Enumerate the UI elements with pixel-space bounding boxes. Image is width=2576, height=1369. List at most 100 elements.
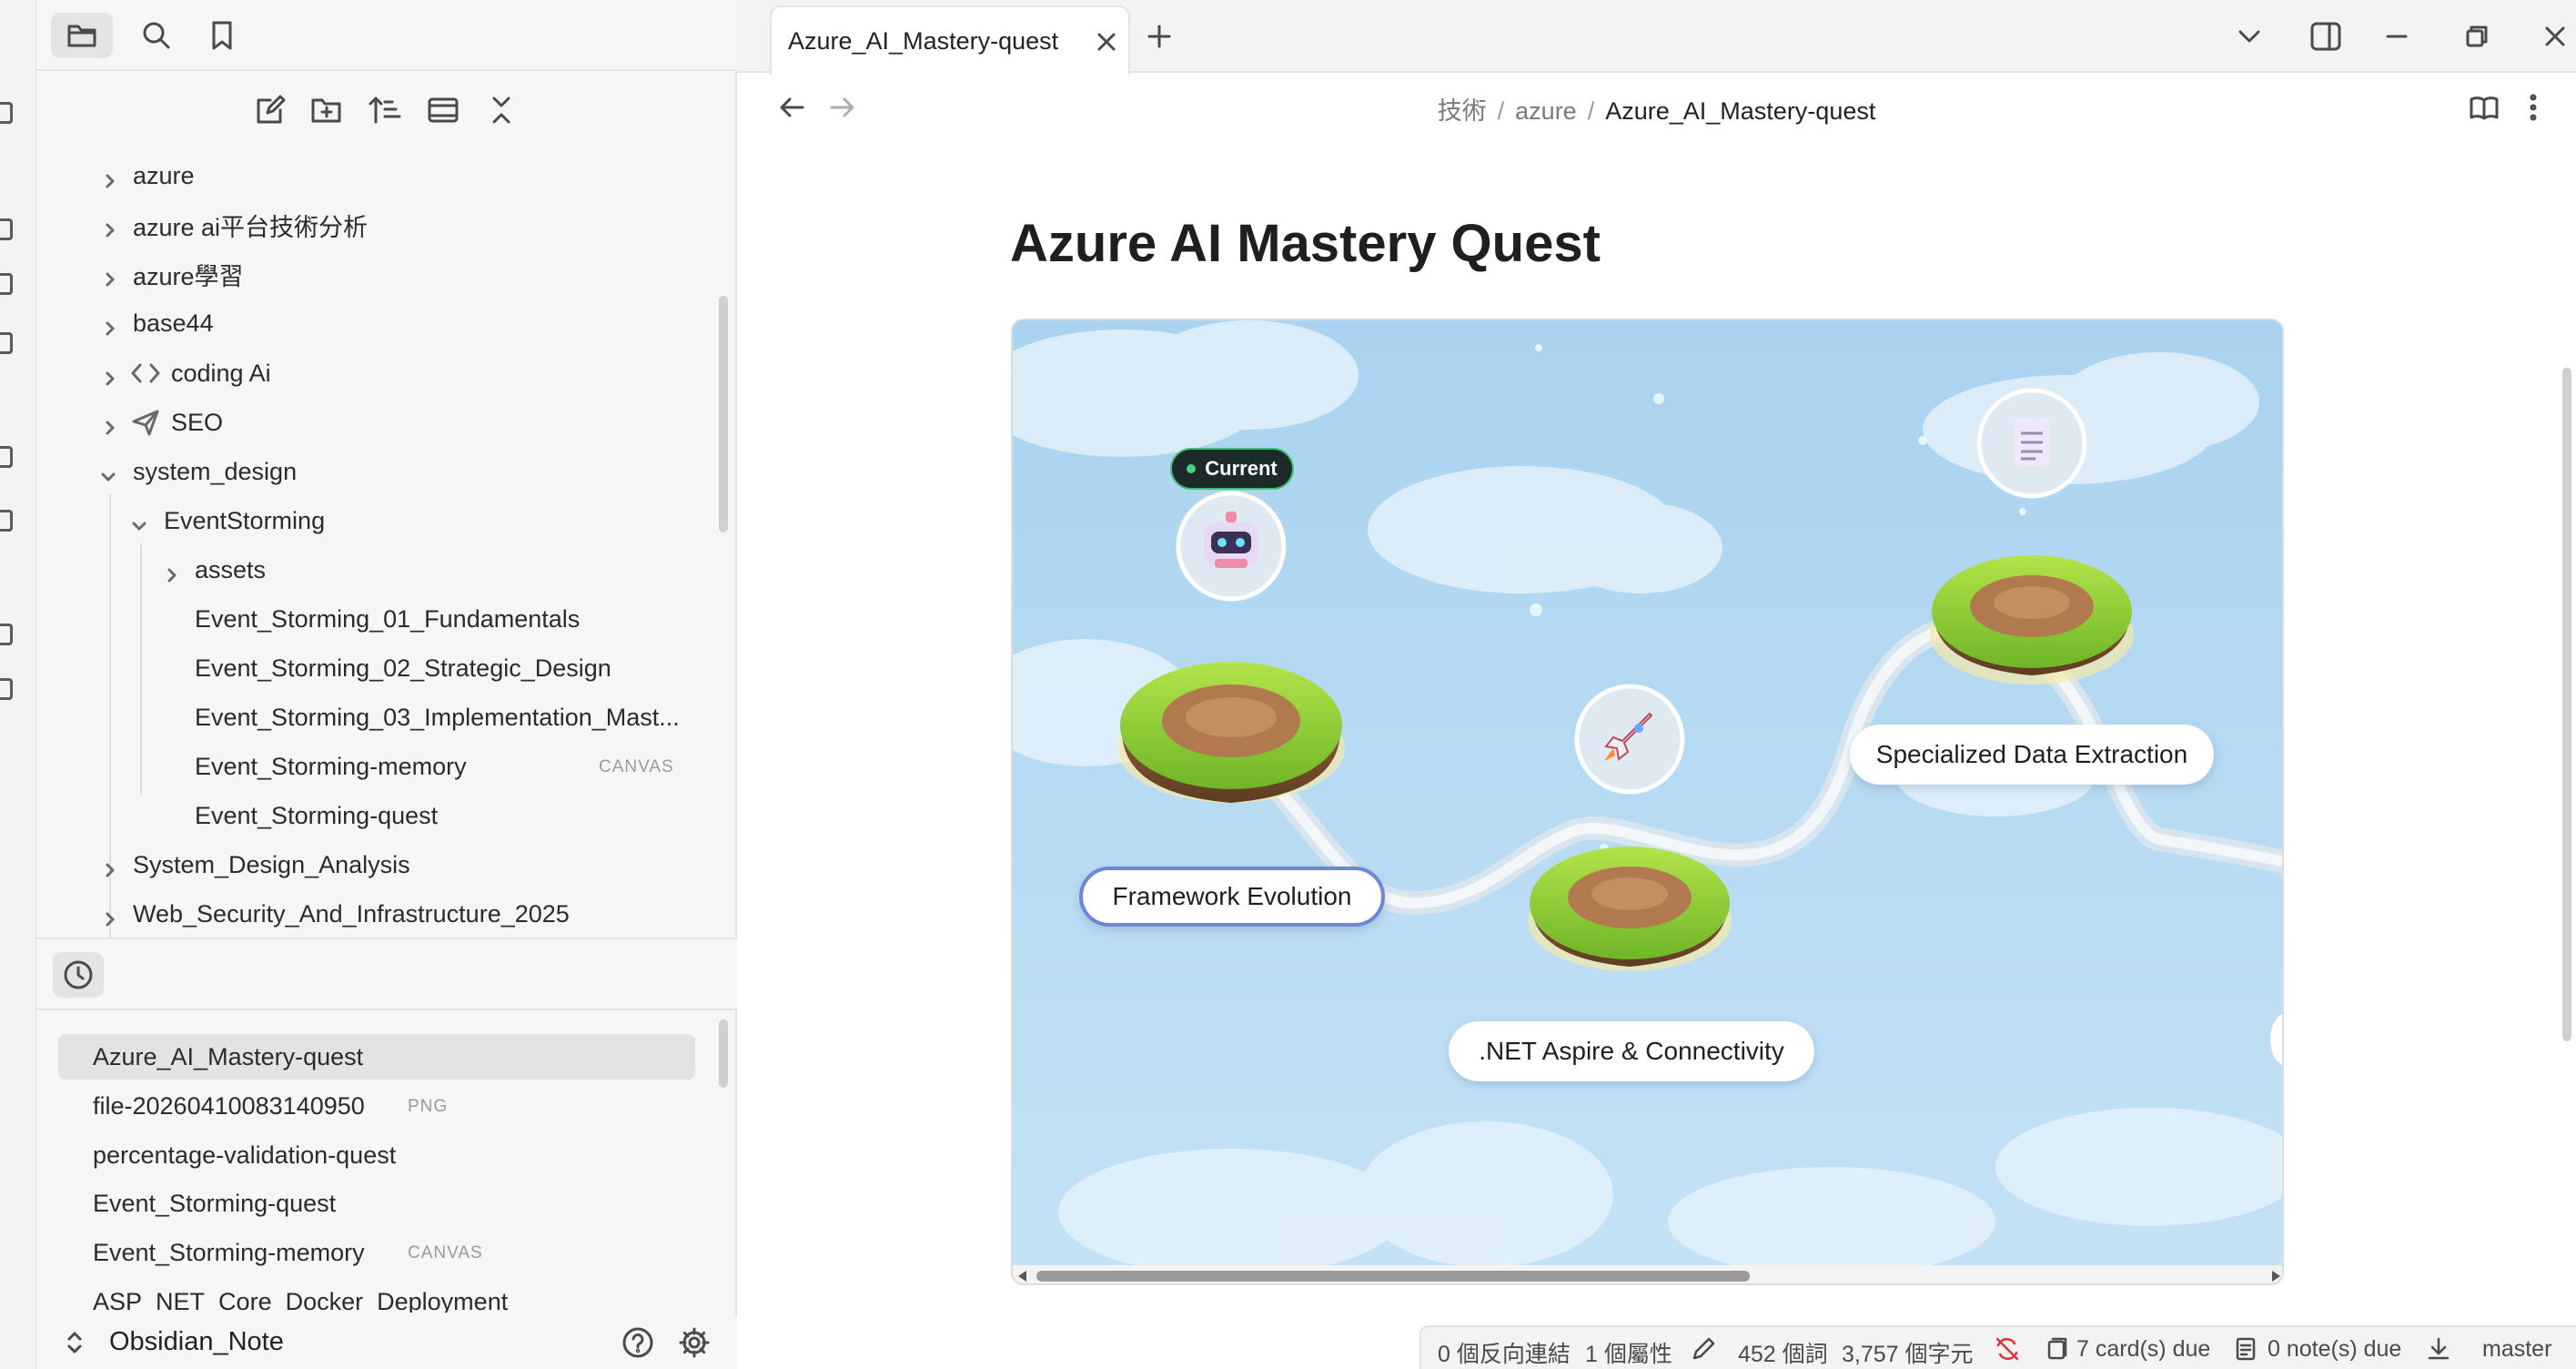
review-notes-icon[interactable] xyxy=(2233,1336,2258,1362)
files-icon[interactable] xyxy=(51,13,113,58)
reading-view-book-icon[interactable] xyxy=(2462,86,2506,129)
breadcrumb-current[interactable]: Azure_AI_Mastery-quest xyxy=(1605,97,1875,125)
settings-gear-icon[interactable] xyxy=(675,1323,713,1362)
chevron-down-icon xyxy=(100,463,116,482)
tab-azure-ai-mastery-quest[interactable]: Azure_AI_Mastery-quest xyxy=(770,5,1130,75)
tree-file[interactable]: Event_Storming_02_Strategic_Design xyxy=(36,644,728,693)
tree-folder-coding-ai[interactable]: coding Ai xyxy=(36,349,728,398)
ribbon-icon[interactable] xyxy=(0,273,13,295)
auto-reveal-icon[interactable] xyxy=(420,87,466,133)
document-icon xyxy=(1976,388,2087,499)
vault-name: Obsidian_Note xyxy=(109,1327,284,1356)
scrollbar-thumb[interactable] xyxy=(1036,1271,1750,1282)
recent-item[interactable]: file-20260410083140950 PNG xyxy=(58,1083,695,1129)
recent-scrollbar[interactable] xyxy=(719,1019,728,1088)
notes-due[interactable]: 0 note(s) due xyxy=(2268,1336,2401,1363)
tree-file[interactable]: Event_Storming-memory CANVAS xyxy=(36,742,728,791)
clock-icon[interactable] xyxy=(53,952,104,998)
current-stage-badge: Current xyxy=(1170,448,1294,490)
tree-folder-system-design[interactable]: system_design xyxy=(36,447,728,496)
island-stage-1 xyxy=(1117,662,1345,803)
ribbon-icon[interactable] xyxy=(0,446,13,468)
tree-folder-eventstorming[interactable]: EventStorming xyxy=(36,496,728,545)
close-icon[interactable] xyxy=(1092,27,1121,56)
pencil-icon xyxy=(1691,1336,1716,1362)
new-tab-plus-icon[interactable] xyxy=(1141,18,1177,55)
breadcrumb-item[interactable]: azure xyxy=(1515,97,1577,125)
ribbon-icon[interactable] xyxy=(0,624,13,645)
recent-item[interactable]: Event_Storming-quest xyxy=(58,1181,695,1226)
ribbon-icon[interactable] xyxy=(0,332,13,354)
tree-item-label: system_design xyxy=(133,457,298,485)
tree-folder-assets[interactable]: assets xyxy=(36,545,728,594)
scroll-right-arrow-icon[interactable] xyxy=(2272,1271,2280,1282)
recent-item[interactable]: ASP_NET_Core_Docker_Deployment xyxy=(58,1279,695,1313)
vault-switcher[interactable]: Obsidian_Note xyxy=(36,1316,737,1369)
note-title: Azure AI Mastery Quest xyxy=(1010,214,1601,273)
image-horizontal-scrollbar[interactable] xyxy=(1013,1265,2282,1283)
chevron-right-icon xyxy=(102,906,118,927)
stage-dotnet-aspire[interactable]: .NET Aspire & Connectivity xyxy=(1449,1021,1814,1081)
collapse-all-icon[interactable] xyxy=(479,87,524,133)
chevron-right-icon xyxy=(102,414,118,435)
stage-specialized-data-extraction[interactable]: Specialized Data Extraction xyxy=(1850,725,2214,785)
tree-file[interactable]: Event_Storming-quest xyxy=(36,791,728,840)
bookmark-icon[interactable] xyxy=(193,13,251,58)
recent-item-label: file-20260410083140950 xyxy=(93,1091,365,1120)
help-icon[interactable] xyxy=(619,1323,657,1362)
file-tree: azure azure ai平台技術分析 azure學習 base44 codi… xyxy=(36,150,737,942)
scroll-left-arrow-icon[interactable] xyxy=(1018,1271,1026,1282)
properties-count[interactable]: 1 個屬性 xyxy=(1585,1336,1672,1369)
island-stage-3 xyxy=(1930,555,2134,684)
recent-item-label: Event_Storming-memory xyxy=(93,1238,365,1266)
tree-folder-azure[interactable]: azure xyxy=(36,151,728,200)
cards-due[interactable]: 7 card(s) due xyxy=(2076,1336,2210,1363)
stage-framework-evolution[interactable]: Framework Evolution xyxy=(1079,867,1385,927)
tree-folder-system-design-analysis[interactable]: System_Design_Analysis xyxy=(36,840,728,889)
tree-folder-seo[interactable]: SEO xyxy=(36,398,728,447)
ribbon-icon[interactable] xyxy=(0,510,13,532)
tree-file[interactable]: Event_Storming_01_Fundamentals xyxy=(36,594,728,644)
breadcrumb-item[interactable]: 技術 xyxy=(1438,97,1487,125)
minimize-icon[interactable] xyxy=(2377,16,2417,56)
file-type-badge: PNG xyxy=(408,1097,449,1116)
editor-scrollbar[interactable] xyxy=(2562,368,2571,1041)
robot-avatar-icon xyxy=(1176,491,1287,602)
stage-label: Specialized Data Extraction xyxy=(1875,740,2188,768)
ribbon-icon[interactable] xyxy=(0,218,13,240)
tree-item-label: Event_Storming_02_Strategic_Design xyxy=(195,654,611,682)
recent-item[interactable]: percentage-validation-quest xyxy=(58,1132,695,1178)
sort-icon[interactable] xyxy=(362,87,408,133)
island-stage-2 xyxy=(1528,847,1732,971)
sidebar-toggle-icon[interactable] xyxy=(2306,16,2346,56)
tree-file[interactable]: Event_Storming_03_Implementation_Mast... xyxy=(36,693,728,742)
new-note-icon[interactable] xyxy=(247,87,293,133)
download-icon[interactable] xyxy=(2426,1336,2451,1362)
flashcards-icon[interactable] xyxy=(2046,1336,2071,1362)
recent-item[interactable]: Event_Storming-memory CANVAS xyxy=(58,1230,695,1275)
tree-item-label: azure學習 xyxy=(133,262,244,290)
chevron-right-icon xyxy=(102,266,118,287)
tree-folder-web-security[interactable]: Web_Security_And_Infrastructure_2025 xyxy=(36,889,728,938)
char-count: 3,757 個字元 xyxy=(1842,1342,1974,1367)
file-tree-scrollbar[interactable] xyxy=(719,296,728,532)
ribbon-icon[interactable] xyxy=(0,678,13,700)
ribbon-icon[interactable] xyxy=(0,102,13,124)
tree-folder-azure-ai[interactable]: azure ai平台技術分析 xyxy=(36,200,728,249)
restore-icon[interactable] xyxy=(2457,16,2497,56)
tree-folder-azure-learning[interactable]: azure學習 xyxy=(36,249,728,299)
search-icon[interactable] xyxy=(127,13,186,58)
tree-folder-base44[interactable]: base44 xyxy=(36,299,728,348)
backlinks-count[interactable]: 0 個反向連結 xyxy=(1438,1336,1571,1369)
status-bar: 0 個反向連結 1 個屬性 452 個詞 3,757 個字元 7 card(s)… xyxy=(1419,1325,2576,1369)
breadcrumb: 技術 / azure / Azure_AI_Mastery-quest xyxy=(737,91,2576,127)
git-branch[interactable]: master xyxy=(2482,1336,2551,1363)
tree-item-label: azure xyxy=(133,161,195,189)
close-window-icon[interactable] xyxy=(2535,16,2575,56)
sync-disabled-icon[interactable] xyxy=(1995,1336,2020,1362)
tab-list-chevron-down-icon[interactable] xyxy=(2229,16,2269,56)
recent-item[interactable]: Azure_AI_Mastery-quest xyxy=(58,1034,695,1080)
more-options-icon[interactable] xyxy=(2515,86,2551,129)
new-folder-icon[interactable] xyxy=(304,87,349,133)
tree-item-label: base44 xyxy=(133,309,214,337)
